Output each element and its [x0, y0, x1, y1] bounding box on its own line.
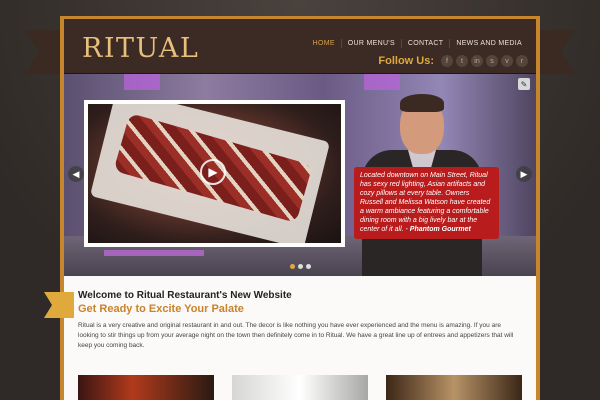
edit-icon[interactable]: ✎	[518, 78, 530, 90]
site-header: RITUAL HOME OUR MENU'S CONTACT NEWS AND …	[64, 19, 536, 74]
nav-news-and-media[interactable]: NEWS AND MEDIA	[449, 39, 528, 48]
social-bar: Follow Us: f t in s v r	[378, 55, 528, 67]
play-icon[interactable]: ▶	[200, 159, 226, 185]
testimonial-quote: Located downtown on Main Street, Ritual …	[354, 167, 499, 239]
slider-dot-2[interactable]	[298, 264, 303, 269]
follow-us-label: Follow Us:	[378, 55, 434, 67]
header-ribbon-left	[25, 30, 65, 74]
slider-dot-3[interactable]	[306, 264, 311, 269]
feature-thumbnail-1[interactable]	[78, 375, 214, 400]
feature-thumbnail-3[interactable]	[386, 375, 522, 400]
rss-icon[interactable]: r	[516, 55, 528, 67]
site-logo[interactable]: RITUAL	[82, 33, 199, 64]
intro-paragraph: Ritual is a very creative and original r…	[78, 322, 514, 349]
slider-dot-1[interactable]	[290, 264, 295, 269]
hero-slider: ▶ Located downtown on Main Street, Ritua…	[64, 74, 536, 276]
vimeo-icon[interactable]: v	[501, 55, 513, 67]
quote-source: Phantom Gourmet	[409, 226, 471, 233]
skype-icon[interactable]: s	[486, 55, 498, 67]
twitter-icon[interactable]: t	[456, 55, 468, 67]
facebook-icon[interactable]: f	[441, 55, 453, 67]
dish-video-thumbnail[interactable]: ▶	[84, 100, 345, 247]
slider-dots	[290, 264, 311, 269]
nav-contact[interactable]: CONTACT	[400, 39, 449, 48]
quote-text: Located downtown on Main Street, Ritual …	[360, 172, 491, 233]
page-frame: RITUAL HOME OUR MENU'S CONTACT NEWS AND …	[44, 16, 540, 400]
feature-thumbnails	[78, 375, 522, 400]
slider-prev-arrow-icon[interactable]: ◀	[68, 166, 84, 182]
header-ribbon-right	[535, 30, 575, 74]
linkedin-icon[interactable]: in	[471, 55, 483, 67]
slider-next-arrow-icon[interactable]: ▶	[516, 166, 532, 182]
nav-our-menus[interactable]: OUR MENU'S	[340, 39, 401, 48]
studio-light	[124, 74, 160, 90]
main-content: Welcome to Ritual Restaurant's New Websi…	[44, 276, 536, 400]
nav-home[interactable]: HOME	[307, 39, 341, 48]
heading-tag-ribbon	[44, 292, 74, 318]
tagline: Get Ready to Excite Your Palate	[78, 303, 244, 315]
main-nav: HOME OUR MENU'S CONTACT NEWS AND MEDIA	[307, 39, 528, 48]
welcome-heading: Welcome to Ritual Restaurant's New Websi…	[78, 290, 292, 301]
dish-photo: ▶	[88, 104, 341, 243]
feature-thumbnail-2[interactable]	[232, 375, 368, 400]
